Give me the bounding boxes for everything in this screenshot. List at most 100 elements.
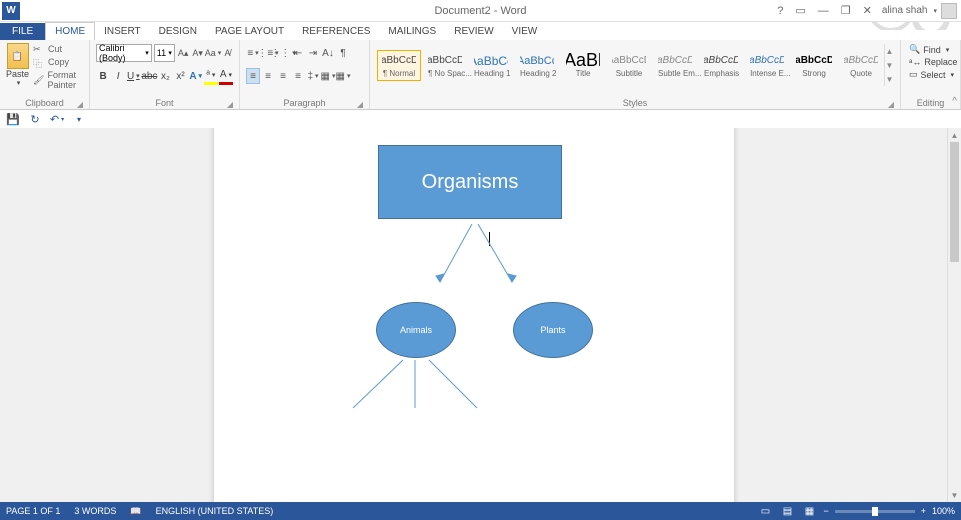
style-item-heading-1[interactable]: AaBbCcHeading 1 [469,50,513,81]
tab-view[interactable]: VIEW [503,23,547,40]
tab-design[interactable]: DESIGN [150,23,206,40]
font-size-combo[interactable]: 11▾ [154,44,175,62]
zoom-in-button[interactable]: + [921,506,926,516]
quick-access-toolbar: 💾 ↻ ↶▾ ▾ [0,110,961,128]
paste-button[interactable]: 📋 Paste▾ [6,43,29,91]
vertical-scrollbar[interactable]: ▲ ▼ [947,128,961,502]
align-right-button[interactable]: ≡ [276,68,290,84]
tab-home[interactable]: HOME [45,22,95,40]
highlight-button[interactable]: ᵃ▾ [204,67,218,85]
collapse-ribbon-icon[interactable]: ^ [952,96,957,107]
status-language[interactable]: ENGLISH (UNITED STATES) [156,506,274,517]
superscript-button[interactable]: x² [174,67,188,85]
repeat-button[interactable]: ↻ [28,112,42,126]
styles-scroll-up[interactable]: ▲ [885,44,894,58]
select-button[interactable]: ▭Select▾ [907,68,954,81]
style-item-title[interactable]: AaBlTitle [561,50,605,81]
copy-label: Copy [48,57,69,67]
styles-scroll-down[interactable]: ▼ [885,58,894,72]
group-label-styles: Styles◢ [376,98,894,109]
tab-insert[interactable]: INSERT [95,23,150,40]
help-icon[interactable]: ? [775,5,785,17]
style-item-heading-2[interactable]: AaBbCcHeading 2 [515,50,559,81]
tab-references[interactable]: REFERENCES [293,23,379,40]
connector-1[interactable] [349,358,409,414]
align-center-button[interactable]: ≡ [261,68,275,84]
zoom-slider[interactable] [835,510,915,513]
shading-button[interactable]: ▦▾ [321,68,335,84]
font-launcher[interactable]: ◢ [227,100,233,109]
web-layout-button[interactable]: ▦ [801,504,817,518]
user-account[interactable]: alina shah▾ [882,3,957,19]
show-marks-button[interactable]: ¶ [336,45,350,61]
shape-animals[interactable]: Animals [376,302,456,358]
italic-button[interactable]: I [111,67,125,85]
style-item--normal[interactable]: AaBbCcDd¶ Normal [377,50,421,81]
multilevel-list-button[interactable]: ⋮⋮▾ [276,45,290,61]
scroll-down-button[interactable]: ▼ [948,488,961,502]
undo-button[interactable]: ↶▾ [50,112,64,126]
strikethrough-button[interactable]: abc [141,67,157,85]
tab-review[interactable]: REVIEW [445,23,502,40]
tab-page-layout[interactable]: PAGE LAYOUT [206,23,293,40]
styles-launcher[interactable]: ◢ [888,100,894,109]
shape-plants[interactable]: Plants [513,302,593,358]
increase-indent-button[interactable]: ⇥ [306,45,320,61]
text-effects-button[interactable]: A▾ [189,67,203,85]
zoom-level[interactable]: 100% [932,506,955,516]
scroll-up-button[interactable]: ▲ [948,128,961,142]
style-item-intense-e-[interactable]: AaBbCcDdIntense E... [745,50,789,81]
ribbon-options-icon[interactable]: ▭ [793,4,807,17]
zoom-out-button[interactable]: − [823,506,828,516]
replace-button[interactable]: ᵃ↔Replace [907,56,954,68]
style-item-subtitle[interactable]: AaBbCcDSubtitle [607,50,651,81]
copy-button[interactable]: ⿻Copy [32,56,83,68]
styles-expand[interactable]: ▼ [885,72,894,86]
shape-organisms[interactable]: Organisms [378,145,562,219]
borders-button[interactable]: ▦▾ [336,68,350,84]
style-name: ¶ No Spac... [428,69,462,78]
qat-customize-button[interactable]: ▾ [72,112,86,126]
sort-button[interactable]: A↓ [321,45,335,61]
find-button[interactable]: 🔍Find▾ [907,43,954,56]
clear-formatting-button[interactable]: A̸ [222,45,233,61]
read-mode-button[interactable]: ▭ [757,504,773,518]
font-color-button[interactable]: A▾ [219,67,233,85]
connector-2[interactable] [410,358,420,414]
close-icon[interactable]: ✕ [861,4,874,17]
style-item-strong[interactable]: AaBbCcDdStrong [791,50,837,81]
cut-button[interactable]: ✂Cut [32,43,83,55]
print-layout-button[interactable]: ▤ [779,504,795,518]
restore-icon[interactable]: ❐ [839,4,853,17]
status-proofing-icon[interactable]: 📖 [130,506,141,517]
minimize-icon[interactable]: — [816,5,831,17]
justify-button[interactable]: ≡ [291,68,305,84]
shrink-font-button[interactable]: A▾ [191,45,204,61]
status-words[interactable]: 3 WORDS [74,506,116,517]
status-page[interactable]: PAGE 1 OF 1 [6,506,60,517]
save-button[interactable]: 💾 [6,112,20,126]
decrease-indent-button[interactable]: ⇤ [291,45,305,61]
grow-font-button[interactable]: A▴ [177,45,190,61]
style-item--no-spac-[interactable]: AaBbCcDd¶ No Spac... [423,50,467,81]
subscript-button[interactable]: x₂ [158,67,172,85]
line-spacing-button[interactable]: ‡▾ [306,68,320,84]
format-painter-button[interactable]: 🖌Format Painter [32,69,83,91]
tab-file[interactable]: FILE [0,23,45,40]
font-name-combo[interactable]: Calibri (Body)▾ [96,44,152,62]
tab-mailings[interactable]: MAILINGS [379,23,445,40]
underline-button[interactable]: U▾ [126,67,140,85]
align-left-button[interactable]: ≡ [246,68,260,84]
zoom-slider-thumb[interactable] [872,507,878,516]
clipboard-launcher[interactable]: ◢ [77,100,83,109]
paragraph-launcher[interactable]: ◢ [357,100,363,109]
bold-button[interactable]: B [96,67,110,85]
style-item-quote[interactable]: AaBbCcDdQuote [839,50,883,81]
group-font: Calibri (Body)▾ 11▾ A▴ A▾ Aa▾ A̸ B I U▾ … [90,40,240,109]
arrow-to-plants[interactable] [472,222,522,292]
style-item-subtle-em-[interactable]: AaBbCcDdSubtle Em... [653,50,697,81]
scroll-thumb[interactable] [950,142,959,262]
change-case-button[interactable]: Aa▾ [206,45,220,61]
style-item-emphasis[interactable]: AaBbCcDdEmphasis [699,50,743,81]
connector-3[interactable] [423,358,483,414]
